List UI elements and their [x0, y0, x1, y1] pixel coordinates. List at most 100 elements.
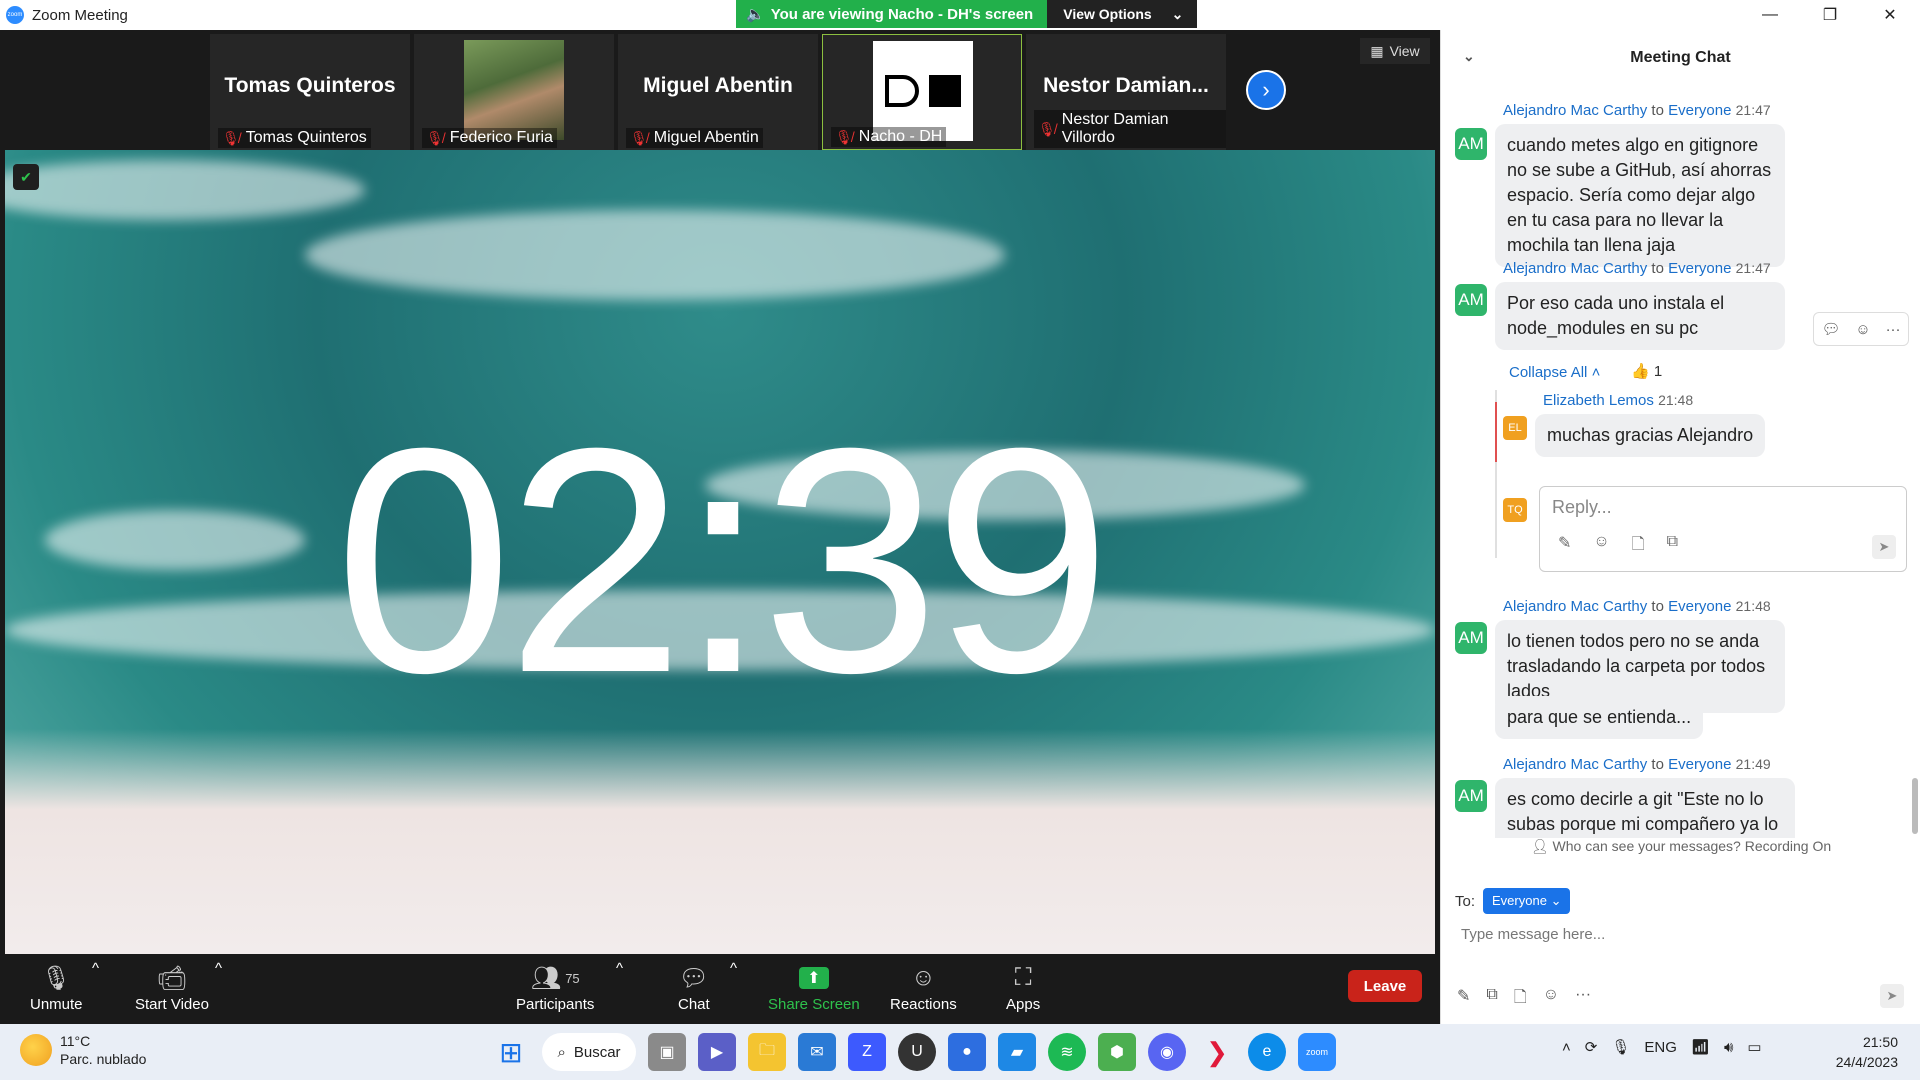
apps-button[interactable]: ⛶ Apps	[1006, 960, 1040, 1013]
file-icon[interactable]: 🗋	[1514, 986, 1527, 1013]
close-button[interactable]: ✕	[1860, 0, 1920, 30]
message-bubble: para que se entienda...	[1495, 696, 1704, 739]
sender-name[interactable]: Elizabeth Lemos	[1543, 392, 1654, 409]
to-word: to	[1651, 102, 1664, 119]
file-explorer-icon[interactable]: 🗀	[748, 1033, 786, 1071]
participant-thumbnail[interactable]: 🎙︎̸ Federico Furia	[414, 34, 614, 150]
thumbs-up-icon: 👍	[1631, 363, 1650, 380]
edge-icon[interactable]: e	[1248, 1033, 1286, 1071]
microphone-icon[interactable]: 🎙︎	[1611, 1038, 1630, 1056]
app-icon[interactable]: Z	[848, 1033, 886, 1071]
share-screen-button[interactable]: ⬆ Share Screen	[768, 960, 860, 1013]
screenshot-icon[interactable]: ⧉	[1667, 533, 1678, 560]
chat-chevron-icon[interactable]: ^	[730, 960, 737, 977]
share-screen-label: Share Screen	[768, 996, 860, 1013]
taskbar-search[interactable]: ⌕ Buscar	[542, 1033, 636, 1071]
ublock-icon[interactable]: U	[898, 1033, 936, 1071]
mic-off-icon: 🎙︎	[41, 964, 72, 992]
sender-name[interactable]: Alejandro Mac Carthy	[1503, 598, 1647, 615]
emoji-icon[interactable]: ☺	[1543, 986, 1559, 1013]
windows-start-icon[interactable]: ⊞	[492, 1033, 530, 1071]
chat-icon: 💬︎	[678, 964, 710, 992]
sender-name[interactable]: Alejandro Mac Carthy	[1503, 102, 1647, 119]
reply-toolbar: ✎ ☺ 🗋 ⧉	[1558, 533, 1678, 560]
message-input[interactable]: Type message here...	[1461, 926, 1605, 943]
participant-thumbnail-active[interactable]: 🎙︎̸ Nacho - DH	[822, 34, 1022, 150]
more-icon[interactable]: ···	[1575, 986, 1591, 1013]
chat-scrollbar[interactable]	[1912, 778, 1918, 834]
start-video-button[interactable]: 📹︎ Start Video	[135, 960, 209, 1014]
send-icon[interactable]: ➤	[1872, 535, 1896, 559]
dh-logo-square	[929, 75, 961, 107]
sync-icon[interactable]: ⟳	[1585, 1038, 1598, 1056]
app-icon[interactable]: ●	[948, 1033, 986, 1071]
mic-off-icon: 🎙︎̸	[222, 129, 240, 146]
zoom-taskbar-icon[interactable]: zoom	[1298, 1033, 1336, 1071]
reply-input[interactable]: Reply... ✎ ☺ 🗋 ⧉ ➤	[1539, 486, 1907, 572]
unmute-button[interactable]: 🎙︎ Unmute	[30, 960, 83, 1014]
participants-button[interactable]: 👥︎ 75 Participants	[516, 960, 594, 1014]
message-bubble: es como decirle a git "Este no lo subas …	[1495, 778, 1795, 838]
chevron-up-icon[interactable]: ˄	[1562, 1039, 1571, 1056]
avatar: AM	[1455, 284, 1487, 316]
video-area: Tomas Quinteros 🎙︎̸ Tomas Quinteros 🎙︎̸ …	[0, 30, 1440, 956]
restore-button[interactable]: ❐	[1800, 0, 1860, 30]
spotify-icon[interactable]: ≋	[1048, 1033, 1086, 1071]
viewing-banner: 🔈 You are viewing Nacho - DH's screen Vi…	[736, 0, 1198, 28]
participant-big-name: Miguel Abentin	[643, 74, 793, 97]
video-options-chevron-icon[interactable]: ^	[215, 960, 222, 977]
reactions-button[interactable]: ☺ Reactions	[890, 960, 957, 1013]
screenshot-icon[interactable]: ⧉	[1486, 986, 1497, 1013]
message-time: 21:48	[1658, 392, 1694, 408]
battery-icon[interactable]: ▭	[1747, 1038, 1761, 1056]
reaction-badge[interactable]: 👍 1	[1631, 362, 1662, 380]
recording-notice[interactable]: 👤︎ Who can see your messages? Recording …	[1441, 838, 1920, 855]
emoji-icon[interactable]: ☺	[1855, 321, 1870, 338]
participant-thumbnail[interactable]: Nestor Damian... 🎙︎̸ Nestor Damian Villo…	[1026, 34, 1226, 150]
collapse-all-button[interactable]: Collapse All ˄	[1509, 364, 1600, 381]
minimize-button[interactable]: —	[1740, 0, 1800, 30]
temperature: 11°C	[60, 1033, 91, 1049]
participants-chevron-icon[interactable]: ^	[616, 960, 623, 977]
sender-name[interactable]: Alejandro Mac Carthy	[1503, 756, 1647, 773]
app-icon[interactable]: ▰	[998, 1033, 1036, 1071]
mail-icon[interactable]: ✉	[798, 1033, 836, 1071]
chevron-down-icon[interactable]: ⌄	[1463, 48, 1475, 65]
message-bubble: cuando metes algo en gitignore no se sub…	[1495, 124, 1785, 267]
emoji-icon[interactable]: ☺	[1593, 533, 1609, 560]
to-word: to	[1651, 756, 1664, 773]
language-indicator[interactable]: ENG	[1644, 1039, 1677, 1056]
participant-label: 🎙︎̸ Tomas Quinteros	[218, 128, 371, 148]
message-time: 21:49	[1735, 756, 1771, 772]
discord-icon[interactable]: ◉	[1148, 1033, 1186, 1071]
participant-thumbnail[interactable]: Tomas Quinteros 🎙︎̸ Tomas Quinteros	[210, 34, 410, 150]
file-icon[interactable]: 🗋	[1632, 533, 1645, 560]
more-icon[interactable]: ···	[1886, 321, 1901, 338]
wifi-icon[interactable]: 📶︎	[1691, 1038, 1710, 1056]
format-icon[interactable]: ✎	[1558, 533, 1571, 560]
view-button[interactable]: ▦ View	[1360, 38, 1430, 64]
task-view-icon[interactable]: ▣	[648, 1033, 686, 1071]
volume-icon[interactable]: 🔊︎	[1724, 1039, 1733, 1056]
participant-thumbnail[interactable]: Miguel Abentin 🎙︎̸ Miguel Abentin	[618, 34, 818, 150]
chat-messages[interactable]: Alejandro Mac Carthy to Everyone 21:47 A…	[1441, 86, 1920, 838]
recipient-select[interactable]: Everyone ⌄	[1483, 888, 1571, 914]
next-page-arrow-icon[interactable]: ›	[1246, 70, 1286, 110]
sender-name[interactable]: Alejandro Mac Carthy	[1503, 260, 1647, 277]
app-icon[interactable]: ❯	[1198, 1033, 1236, 1071]
send-icon[interactable]: ➤	[1880, 984, 1904, 1008]
weather-widget[interactable]: 11°C Parc. nublado	[20, 1032, 146, 1068]
view-options-button[interactable]: View Options ⌄	[1047, 0, 1198, 28]
taskbar-apps: ⊞ ⌕ Buscar ▣ ▶ 🗀 ✉ Z U ● ▰ ≋ ⬢ ◉ ❯ e zoom	[492, 1033, 1336, 1071]
format-icon[interactable]: ✎	[1457, 986, 1470, 1013]
reaction-count: 1	[1653, 363, 1663, 380]
audio-options-chevron-icon[interactable]: ^	[92, 960, 99, 977]
nodejs-icon[interactable]: ⬢	[1098, 1033, 1136, 1071]
system-clock[interactable]: 21:50 24/4/2023	[1836, 1032, 1898, 1072]
chat-button[interactable]: 💬︎ Chat	[678, 960, 710, 1014]
zoom-app: zoom Zoom Meeting 🔈 You are viewing Nach…	[0, 0, 1920, 1080]
reply-icon[interactable]: 💬︎	[1821, 320, 1840, 338]
teams-chat-icon[interactable]: ▶	[698, 1033, 736, 1071]
participant-name: Nestor Damian Villordo	[1061, 111, 1169, 146]
leave-button[interactable]: Leave	[1348, 970, 1422, 1002]
